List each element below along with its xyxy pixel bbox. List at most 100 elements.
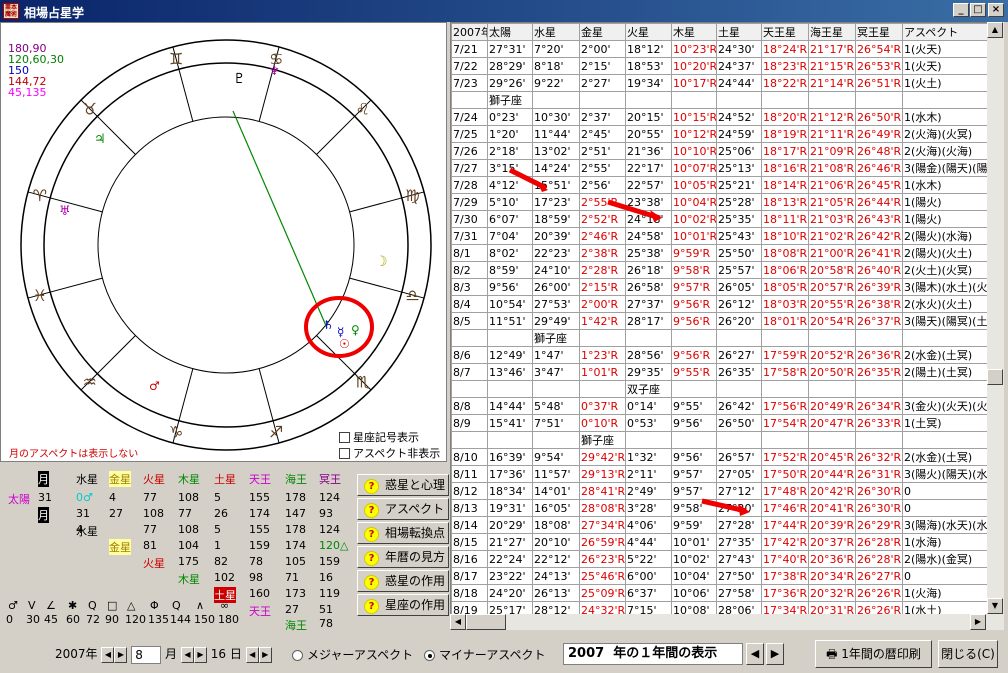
- table-cell: 10°17'R: [671, 74, 717, 92]
- table-cell: 9°57'R: [671, 278, 717, 296]
- table-cell: 18°11'R: [761, 210, 809, 228]
- table-cell: 18°05'R: [761, 278, 809, 296]
- grid-col-header: 火星: [143, 473, 165, 486]
- year-value[interactable]: 2007: [55, 647, 86, 661]
- table-cell: [761, 329, 809, 347]
- table-cell: 26°32'R: [855, 448, 903, 466]
- table-cell: 26°48'R: [855, 142, 903, 160]
- help-button[interactable]: ? 年暦の見方: [357, 546, 449, 568]
- table-cell: 20°10': [532, 533, 580, 551]
- table-cell: 9°56': [671, 448, 717, 466]
- table-cell: 16°05': [532, 499, 580, 517]
- table-cell: 20°50'R: [808, 363, 856, 381]
- grid-col-header: 水星: [76, 473, 98, 486]
- horizontal-scrollbar[interactable]: ◀ ▶: [450, 614, 987, 630]
- year-display-prev[interactable]: ◀: [746, 643, 764, 665]
- table-cell: 28°56': [625, 346, 672, 364]
- table-cell: 26°13': [532, 584, 580, 602]
- table-cell: 26°12': [716, 295, 762, 313]
- day-next-button[interactable]: ▶: [258, 646, 272, 663]
- table-cell: 18°16'R: [761, 159, 809, 177]
- minimize-button[interactable]: _: [953, 3, 969, 17]
- checkbox-box[interactable]: [339, 448, 350, 459]
- aspect-degree: 72: [86, 613, 100, 626]
- table-cell: 10°02'R: [671, 210, 717, 228]
- date-cell: 7/26: [451, 142, 488, 160]
- table-row: 7/22 28°29' 8°18' 2°15' 18°53' 10°20'R 24°37' 1…: [451, 57, 1002, 75]
- month-field[interactable]: 8: [131, 645, 162, 664]
- date-cell: 7/28: [451, 176, 488, 194]
- table-row: 7/26 2°18' 13°02' 2°51' 21°36' 10°10'R 25°06' 1…: [451, 142, 1002, 160]
- table-row: 双子座: [451, 380, 1002, 398]
- table-cell: 24°37': [716, 57, 762, 75]
- month-next-button[interactable]: ▶: [193, 646, 207, 663]
- maximize-button[interactable]: □: [970, 3, 986, 17]
- table-cell: 26°18': [625, 261, 672, 279]
- close-window-button[interactable]: ×: [988, 3, 1004, 17]
- table-cell: 19°31': [487, 499, 533, 517]
- help-button-label: 惑星の作用: [385, 574, 446, 588]
- grid-cell: 124: [319, 491, 340, 504]
- scroll-thumb-horizontal[interactable]: [466, 614, 506, 630]
- show-sign-symbols-checkbox[interactable]: 星座記号表示: [339, 429, 449, 445]
- table-cell: 20°44'R: [808, 465, 856, 483]
- table-cell: 10°02': [671, 550, 717, 568]
- table-cell: 17°48'R: [761, 482, 809, 500]
- year-next-button[interactable]: ▶: [114, 646, 128, 663]
- print-year-button[interactable]: 🖶 1年間の暦印刷: [815, 640, 932, 668]
- day-prev-button[interactable]: ◀: [245, 646, 259, 663]
- help-button[interactable]: ? 惑星の作用: [357, 570, 449, 592]
- aspect-symbol: □: [107, 599, 118, 612]
- day-value[interactable]: 16: [211, 647, 226, 661]
- date-cell: 8/1: [451, 244, 488, 262]
- scroll-left-button[interactable]: ◀: [450, 614, 466, 630]
- table-cell: [532, 91, 580, 109]
- close-button[interactable]: 閉じる(C): [938, 640, 998, 668]
- table-cell: [855, 380, 903, 398]
- table-cell: 2°56': [579, 176, 626, 194]
- window-title: 相場占星学: [24, 6, 85, 20]
- table-cell: 8°18': [532, 57, 580, 75]
- major-aspect-radio[interactable]: メジャーアスペクト: [292, 646, 413, 663]
- table-cell: 20°45'R: [808, 448, 856, 466]
- help-button[interactable]: ? 惑星と心理: [357, 474, 449, 496]
- table-cell: [855, 329, 903, 347]
- zodiac-sign-glyph: ♎: [405, 286, 419, 305]
- year-prev-button[interactable]: ◀: [101, 646, 115, 663]
- table-cell: [625, 91, 672, 109]
- scroll-up-button[interactable]: ▲: [987, 22, 1003, 38]
- hide-aspects-checkbox[interactable]: アスペクト非表示: [339, 445, 449, 461]
- table-cell: 13°02': [532, 142, 580, 160]
- table-row: 8/13 19°31' 16°05' 28°08'R 3°28' 9°58' 27°20' 1…: [451, 499, 1002, 517]
- help-button[interactable]: ? アスペクト: [357, 498, 449, 520]
- table-cell: 5°48': [532, 397, 580, 415]
- table-cell: 26°42'R: [855, 227, 903, 245]
- table-cell: 28°29': [487, 57, 533, 75]
- table-cell: 17°46'R: [761, 499, 809, 517]
- month-prev-button[interactable]: ◀: [180, 646, 194, 663]
- help-button[interactable]: ? 相場転換点: [357, 522, 449, 544]
- table-cell: 11°57': [532, 465, 580, 483]
- year-display-next[interactable]: ▶: [766, 643, 784, 665]
- radio-circle[interactable]: [292, 650, 303, 661]
- table-cell: 21°12'R: [808, 108, 856, 126]
- date-cell: 8/15: [451, 533, 488, 551]
- vertical-scrollbar[interactable]: ▲ ▼: [987, 22, 1004, 630]
- checkbox-box[interactable]: [339, 432, 350, 443]
- table-cell: 21°36': [625, 142, 672, 160]
- scroll-down-button[interactable]: ▼: [987, 598, 1003, 614]
- minor-aspect-radio[interactable]: マイナーアスペクト: [424, 646, 545, 663]
- table-cell: 26°50'R: [855, 108, 903, 126]
- grid-cell: 120△: [319, 539, 349, 552]
- table-cell: [716, 380, 762, 398]
- table-cell: 25°43': [716, 227, 762, 245]
- table-row: 8/8 14°44' 5°48' 0°37'R 0°14' 9°55' 26°42' 17°5…: [451, 397, 1002, 415]
- table-cell: 11°44': [532, 125, 580, 143]
- grid-col-header: 天王: [249, 473, 271, 486]
- table-cell: 1°01'R: [579, 363, 626, 381]
- radio-circle[interactable]: [424, 650, 435, 661]
- scroll-thumb[interactable]: [987, 369, 1003, 385]
- table-row: 獅子座: [451, 329, 1002, 347]
- help-button[interactable]: ? 星座の作用: [357, 594, 449, 616]
- scroll-right-button[interactable]: ▶: [970, 614, 986, 630]
